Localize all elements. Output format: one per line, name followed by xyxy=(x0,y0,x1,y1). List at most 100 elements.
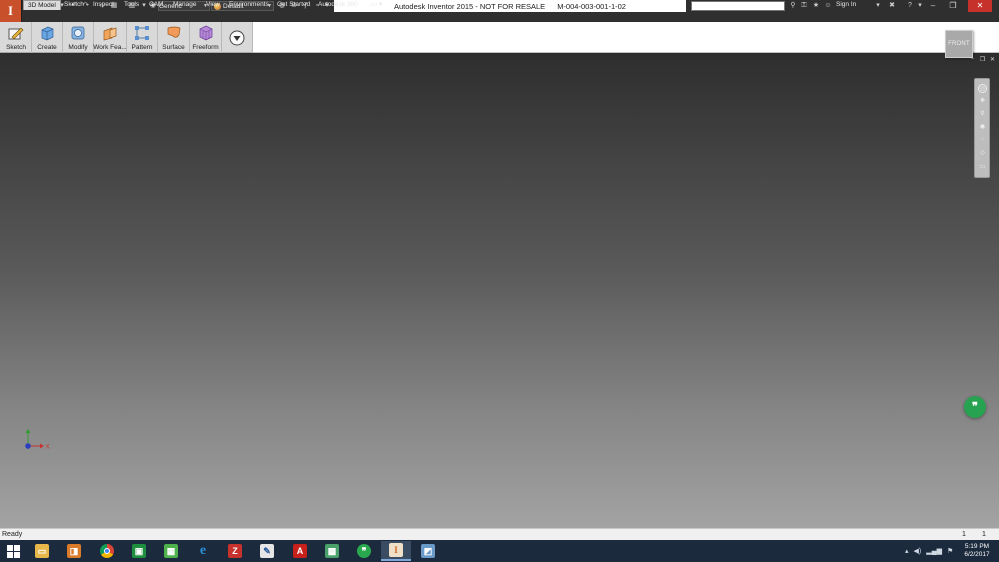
hangouts-icon: ❞ xyxy=(357,544,371,558)
pattern-panel-label: Pattern xyxy=(131,44,153,51)
sketch-panel-label: Sketch xyxy=(6,44,26,51)
work-features-icon xyxy=(103,27,117,41)
taskbar-app-outlook[interactable]: ◨ xyxy=(59,541,89,561)
tab-autodesk-360[interactable]: Autodesk 360 xyxy=(318,0,358,10)
comments-button[interactable]: ❞ xyxy=(964,396,986,418)
pattern-panel-button[interactable]: Pattern xyxy=(127,22,158,53)
create-icon xyxy=(41,26,54,41)
work-features-panel-label: Work Fea... xyxy=(93,44,127,51)
zoom-window-icon[interactable]: ◇ xyxy=(978,149,987,158)
coordinate-triad: X xyxy=(25,429,50,451)
tab-3d-model[interactable]: 3D Model xyxy=(23,0,61,10)
clock-date: 6/2/2017 xyxy=(964,551,990,558)
status-bar: Ready 1 1 xyxy=(0,528,999,540)
minimize-button[interactable]: – xyxy=(924,0,942,12)
dropdown-icon[interactable]: ▾ xyxy=(916,2,924,10)
navigation-bar: ◎ ✥ ⚲ ◉ ◌ ◇ ▭ xyxy=(974,78,990,178)
clock-time: 5:19 PM xyxy=(964,543,990,550)
help-icon[interactable]: ? xyxy=(906,2,914,10)
taskbar-app-calculator[interactable]: ▦ xyxy=(156,541,186,561)
x-axis-label: X xyxy=(46,445,50,451)
application-menu-button[interactable]: I xyxy=(0,0,22,22)
acrobat-icon: A xyxy=(293,544,307,558)
exchange-icon[interactable]: ✖ xyxy=(888,2,896,10)
flag-icon[interactable]: ⚑ xyxy=(947,547,953,555)
taskbar-app-notepad[interactable]: ✎ xyxy=(252,541,282,561)
freeform-panel-button[interactable]: Freeform xyxy=(190,22,222,53)
green-app-icon: ▣ xyxy=(132,544,146,558)
star-icon[interactable]: ★ xyxy=(812,2,820,10)
taskbar-app-file-explorer[interactable]: ▭ xyxy=(27,541,57,561)
taskbar-app-inventor[interactable]: I xyxy=(381,541,411,561)
ribbon-empty-area xyxy=(253,22,999,53)
tray-expand-icon[interactable]: ▴ xyxy=(905,547,909,555)
close-button[interactable]: ✕ xyxy=(968,0,992,12)
freeform-panel-label: Freeform xyxy=(192,44,219,51)
tab-manage[interactable]: Manage xyxy=(173,0,197,10)
x-axis-arrow xyxy=(40,443,44,449)
modify-panel-button[interactable]: Modify xyxy=(63,22,94,53)
taskbar-app-photos[interactable]: ▩ xyxy=(317,541,347,561)
sketch-panel-button[interactable]: Sketch xyxy=(1,22,32,53)
select-icon[interactable]: ▾ xyxy=(140,2,148,10)
z-axis-dot xyxy=(25,443,31,449)
document-title: M-004-003-001-1-02 xyxy=(557,1,626,11)
dropdown-icon[interactable]: ▾ xyxy=(874,2,882,10)
create-panel-button[interactable]: Create xyxy=(32,22,63,53)
viewport-window-controls: – ❐ ✕ xyxy=(969,56,996,63)
freeform-icon xyxy=(199,25,212,41)
app-title: Autodesk Inventor 2015 - NOT FOR RESALE xyxy=(394,1,546,11)
windows-taskbar: ▭ ◨ ▣ ▦ e Z ✎ A ▩ ❞ I ◩ ▴ ◀) ▂▄▆ ⚑ 5:19 … xyxy=(0,540,999,562)
view-cube[interactable]: FRONT xyxy=(945,30,973,58)
look-at-icon[interactable]: ◌ xyxy=(978,136,987,145)
taskbar-app-internet-explorer[interactable]: e xyxy=(188,541,218,561)
modify-icon xyxy=(71,26,85,40)
taskbar-app-hangouts[interactable]: ❞ xyxy=(349,541,379,561)
tab-environments[interactable]: Environments xyxy=(229,0,269,10)
tab-tools[interactable]: Tools xyxy=(124,0,139,10)
viewport-close-icon[interactable]: ✕ xyxy=(989,56,996,63)
zoom-icon[interactable]: ⚲ xyxy=(978,110,987,119)
tab-view[interactable]: View xyxy=(206,0,220,10)
pan-icon[interactable]: ✥ xyxy=(978,97,987,106)
viewport-restore-icon[interactable]: ❐ xyxy=(979,56,986,63)
work-features-panel-button[interactable]: Work Fea... xyxy=(93,22,127,53)
tab-cam[interactable]: CAM xyxy=(149,0,163,10)
volume-icon[interactable]: ◀) xyxy=(914,547,922,555)
steering-wheel-icon[interactable]: ◎ xyxy=(978,84,987,93)
help-search-input[interactable] xyxy=(691,1,785,11)
network-icon[interactable]: ▂▄▆ xyxy=(926,547,942,555)
taskbar-app-chrome[interactable] xyxy=(92,541,122,561)
status-text: Ready xyxy=(2,531,23,538)
system-tray: ▴ ◀) ▂▄▆ ⚑ xyxy=(905,540,953,562)
nav-options-icon[interactable]: ▭ xyxy=(978,163,987,172)
taskbar-app-filezilla[interactable]: Z xyxy=(220,541,250,561)
tab-get-started[interactable]: Get Started xyxy=(277,0,310,10)
outlook-icon: ◨ xyxy=(67,544,81,558)
ribbon-tab-bar xyxy=(22,12,999,22)
surface-panel-button[interactable]: Surface xyxy=(158,22,190,53)
misc-app-icon: ◩ xyxy=(421,544,435,558)
ribbon-more-button[interactable] xyxy=(222,22,253,53)
graphics-viewport[interactable]: – ❐ ✕ xyxy=(0,54,999,528)
taskbar-app-acrobat[interactable]: A xyxy=(285,541,315,561)
sign-in-link[interactable]: Sign In xyxy=(836,1,856,8)
taskbar-app-green-app[interactable]: ▣ xyxy=(124,541,154,561)
subscription-icon[interactable]: ⚿ xyxy=(800,2,808,10)
ribbon-options-icon[interactable]: ▭ ▾ xyxy=(371,0,382,10)
windows-logo-icon xyxy=(6,544,20,558)
inventor-icon: I xyxy=(389,543,403,557)
file-explorer-icon: ▭ xyxy=(35,544,49,558)
binoculars-icon[interactable]: ⚲ xyxy=(789,2,797,10)
user-icon[interactable]: ☺ xyxy=(824,2,832,10)
system-clock[interactable]: 5:19 PM 6/2/2017 xyxy=(962,543,992,559)
status-count-b: 1 xyxy=(982,531,986,538)
start-button[interactable] xyxy=(0,540,26,562)
tab-sketch[interactable]: Sketch xyxy=(64,0,84,10)
orbit-icon[interactable]: ◉ xyxy=(978,123,987,132)
taskbar-app-misc[interactable]: ◩ xyxy=(413,541,443,561)
tab-inspect[interactable]: Inspect xyxy=(93,0,114,10)
window-title: Autodesk Inventor 2015 - NOT FOR RESALE … xyxy=(334,0,686,12)
modify-panel-label: Modify xyxy=(68,44,88,51)
restore-button[interactable]: ❐ xyxy=(944,0,962,12)
